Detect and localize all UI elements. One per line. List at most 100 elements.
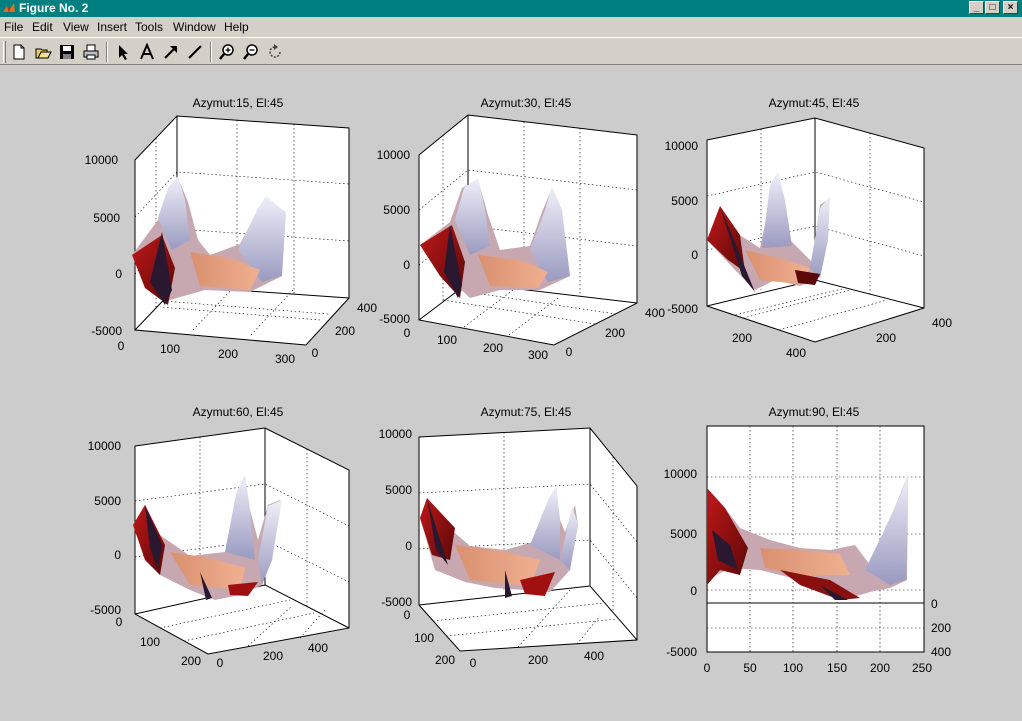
x-axis-labels: 0 50 100 150 200 250 (704, 661, 933, 675)
axes-box (706, 117, 925, 343)
maximize-button[interactable]: □ (985, 1, 1000, 14)
svg-text:400: 400 (931, 645, 951, 659)
z-axis-labels: 10000 5000 0 -5000 (665, 139, 699, 316)
svg-text:400: 400 (357, 301, 377, 315)
svg-text:10000: 10000 (88, 439, 122, 453)
svg-text:0: 0 (931, 597, 938, 611)
menu-bar: File Edit View Insert Tools Window Help (0, 17, 1022, 37)
menu-tools[interactable]: Tools (135, 20, 163, 34)
svg-text:200: 200 (605, 326, 625, 340)
save-icon[interactable] (58, 43, 76, 61)
svg-text:400: 400 (308, 641, 328, 655)
svg-text:200: 200 (732, 331, 752, 345)
arrow-icon[interactable] (162, 43, 180, 61)
svg-text:0: 0 (566, 345, 573, 359)
y-axis-labels: 0 200 400 (470, 649, 605, 670)
svg-text:100: 100 (783, 661, 803, 675)
svg-text:400: 400 (932, 316, 952, 330)
figure-canvas[interactable]: Azymut:15, El:45 10000 5000 0 -5000 0 10… (0, 66, 1022, 721)
svg-text:10000: 10000 (85, 153, 119, 167)
matlab-icon (3, 3, 15, 13)
menu-window[interactable]: Window (173, 20, 216, 34)
svg-text:5000: 5000 (93, 211, 120, 225)
z-axis-labels: 10000 5000 0 -5000 (377, 148, 411, 326)
subplot-title: Azymut:90, El:45 (769, 405, 860, 419)
svg-text:100: 100 (160, 342, 180, 356)
svg-text:50: 50 (743, 661, 757, 675)
menu-edit[interactable]: Edit (32, 20, 53, 34)
menu-file[interactable]: File (4, 20, 23, 34)
select-arrow-icon[interactable] (114, 43, 132, 61)
text-icon[interactable] (138, 43, 156, 61)
subplot-title: Azymut:45, El:45 (769, 96, 860, 110)
svg-text:200: 200 (483, 341, 503, 355)
plots-svg: Azymut:15, El:45 10000 5000 0 -5000 0 10… (85, 96, 953, 675)
svg-text:0: 0 (118, 339, 125, 353)
svg-text:5000: 5000 (670, 527, 697, 541)
z-axis-labels: 10000 5000 0 -5000 (664, 467, 698, 659)
menu-help[interactable]: Help (224, 20, 249, 34)
subplot-azimuth-75[interactable]: Azymut:75, El:45 10000 5000 0 -5000 0 10… (379, 405, 638, 670)
svg-text:-5000: -5000 (379, 312, 410, 326)
svg-text:-5000: -5000 (666, 645, 697, 659)
svg-text:10000: 10000 (664, 467, 698, 481)
z-axis-labels: 10000 5000 0 -5000 (379, 427, 413, 609)
svg-text:10000: 10000 (379, 427, 413, 441)
svg-text:0: 0 (312, 346, 319, 360)
svg-text:200: 200 (335, 324, 355, 338)
subplot-title: Azymut:60, El:45 (193, 405, 284, 419)
zoom-out-icon[interactable] (242, 43, 260, 61)
new-file-icon[interactable] (10, 43, 28, 61)
svg-text:0: 0 (691, 248, 698, 262)
line-icon[interactable] (186, 43, 204, 61)
close-button[interactable]: × (1003, 1, 1018, 14)
subplot-title: Azymut:30, El:45 (481, 96, 572, 110)
minimize-button[interactable]: _ (969, 1, 984, 14)
x-axis-labels: 0 100 200 300 (118, 339, 296, 366)
svg-text:100: 100 (437, 333, 457, 347)
subplot-azimuth-60[interactable]: Azymut:60, El:45 10000 5000 0 -5000 0 10… (88, 405, 350, 670)
toolbar-separator (210, 42, 212, 62)
svg-text:0: 0 (217, 656, 224, 670)
svg-text:200: 200 (181, 654, 201, 668)
svg-text:200: 200 (870, 661, 890, 675)
svg-text:0: 0 (704, 661, 711, 675)
subplot-azimuth-15[interactable]: Azymut:15, El:45 10000 5000 0 -5000 0 10… (85, 96, 378, 366)
svg-text:200: 200 (435, 653, 455, 667)
subplot-title: Azymut:15, El:45 (193, 96, 284, 110)
toolbar-separator (106, 42, 108, 62)
svg-text:200: 200 (931, 621, 951, 635)
print-icon[interactable] (82, 43, 100, 61)
svg-text:0: 0 (470, 656, 477, 670)
open-file-icon[interactable] (34, 43, 52, 61)
svg-text:400: 400 (786, 346, 806, 360)
menu-insert[interactable]: Insert (97, 20, 127, 34)
rotate-icon[interactable] (266, 43, 284, 61)
menu-view[interactable]: View (63, 20, 89, 34)
subplot-azimuth-90[interactable]: Azymut:90, El:45 10000 5000 0 -5000 0 50 (664, 405, 952, 675)
svg-text:200: 200 (263, 649, 283, 663)
svg-text:0: 0 (114, 548, 121, 562)
svg-text:10000: 10000 (377, 148, 411, 162)
z-axis-labels: 10000 5000 0 -5000 (88, 439, 122, 617)
svg-text:250: 250 (912, 661, 932, 675)
svg-text:100: 100 (414, 631, 434, 645)
svg-text:5000: 5000 (671, 194, 698, 208)
subplot-azimuth-45[interactable]: Azymut:45, El:45 10000 5000 0 -5000 200 (665, 96, 953, 360)
z-axis-labels: 10000 5000 0 -5000 (85, 153, 123, 338)
svg-text:-5000: -5000 (381, 595, 412, 609)
svg-text:0: 0 (404, 326, 411, 340)
title-bar: Figure No. 2 _ □ × (0, 0, 1022, 17)
svg-text:200: 200 (876, 331, 896, 345)
svg-text:0: 0 (405, 539, 412, 553)
svg-text:0: 0 (116, 615, 123, 629)
toolbar (0, 37, 1022, 65)
toolbar-grip[interactable] (3, 41, 6, 63)
y-axis-labels: 200 400 (876, 316, 952, 345)
svg-text:200: 200 (218, 347, 238, 361)
svg-text:300: 300 (528, 348, 548, 362)
svg-text:5000: 5000 (94, 494, 121, 508)
subplot-azimuth-30[interactable]: Azymut:30, El:45 10000 5000 0 -5000 0 10… (377, 96, 666, 362)
svg-text:10000: 10000 (665, 139, 699, 153)
zoom-in-icon[interactable] (218, 43, 236, 61)
